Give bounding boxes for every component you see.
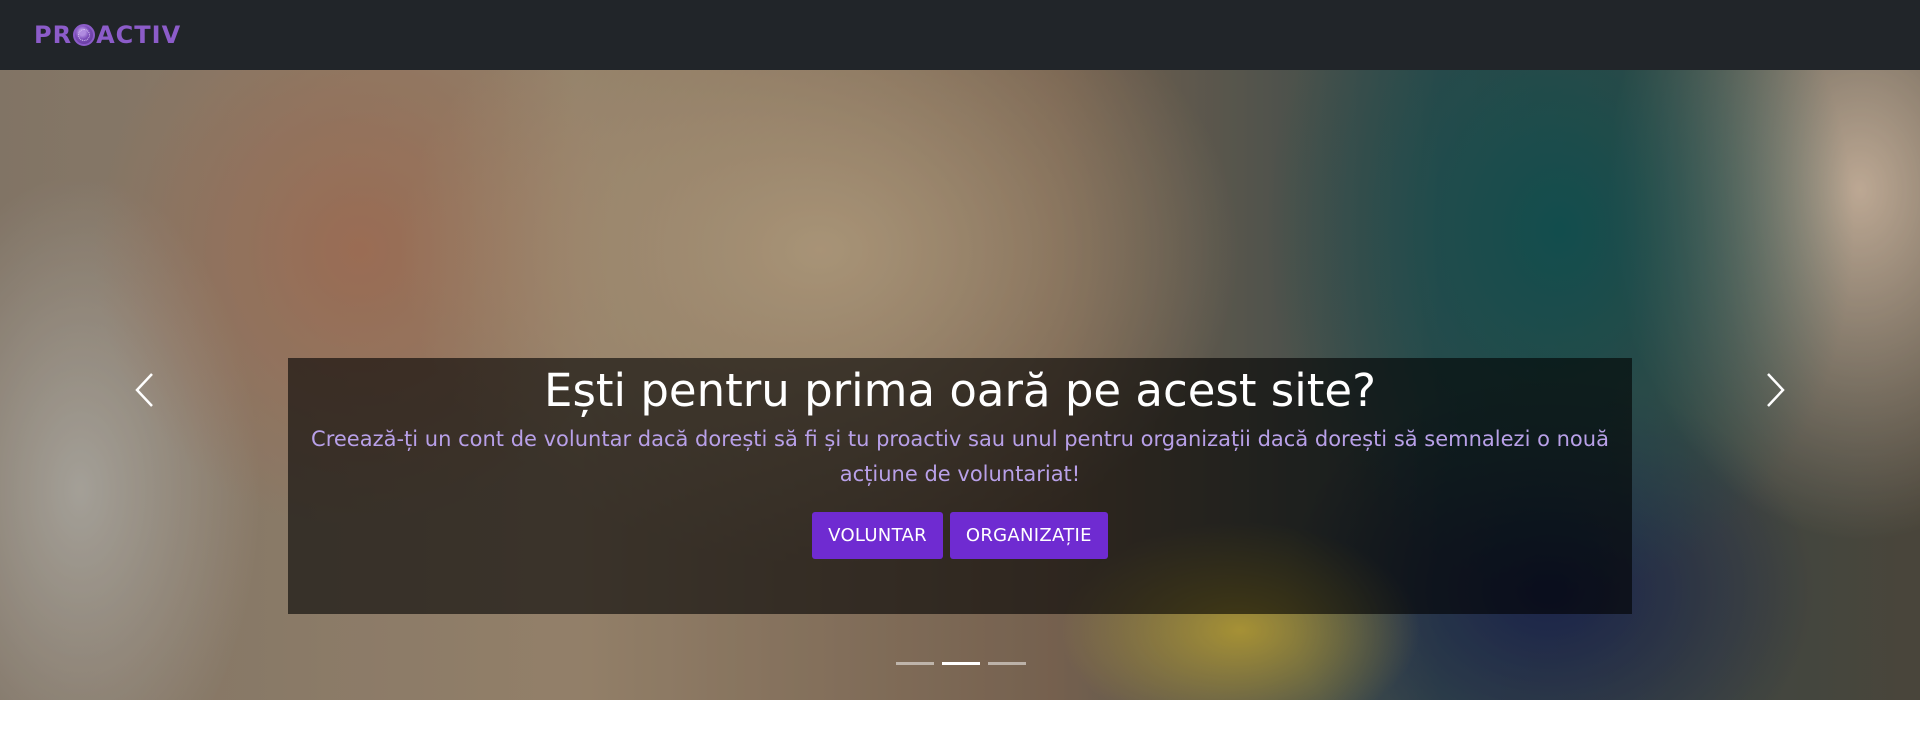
carousel-indicator-2[interactable]	[942, 662, 980, 665]
volunteer-button[interactable]: VOLUNTAR	[812, 512, 943, 559]
caption-subtitle: Creează-ți un cont de voluntar dacă dore…	[311, 427, 1609, 486]
logo-text-end: ACTIV	[96, 21, 182, 49]
caption-title: Ești pentru prima oară pe acest site?	[544, 364, 1376, 417]
carousel-indicators	[896, 662, 1026, 665]
carousel-caption: Ești pentru prima oară pe acest site? Cr…	[288, 358, 1632, 614]
logo-text-start: PR	[34, 21, 73, 49]
brand-logo[interactable]: PR ACTIV	[34, 21, 181, 49]
carousel-next-button[interactable]	[1756, 360, 1796, 420]
carousel-prev-button[interactable]	[124, 360, 164, 420]
carousel-indicator-3[interactable]	[988, 662, 1026, 665]
globe-icon	[73, 24, 96, 46]
chevron-right-icon	[1767, 373, 1785, 407]
hero-carousel: Ești pentru prima oară pe acest site? Cr…	[0, 70, 1920, 700]
navbar: PR ACTIV	[0, 0, 1920, 70]
organization-button[interactable]: ORGANIZAȚIE	[949, 512, 1108, 559]
carousel-indicator-1[interactable]	[896, 662, 934, 665]
chevron-left-icon	[135, 373, 153, 407]
caption-buttons: VOLUNTAR ORGANIZAȚIE	[288, 512, 1632, 559]
